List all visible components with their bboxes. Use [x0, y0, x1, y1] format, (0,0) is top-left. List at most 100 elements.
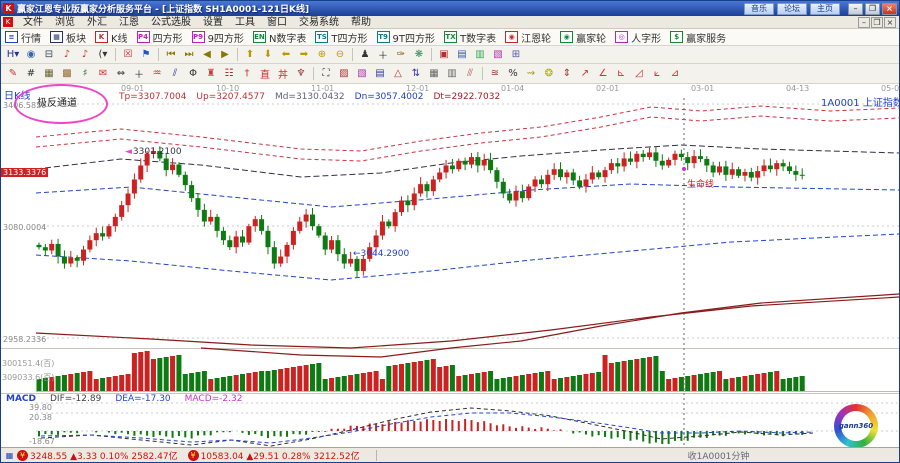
tool3-icon-23[interactable]: ⇅ — [408, 66, 424, 81]
tool3-icon-16[interactable]: ♆ — [293, 66, 309, 81]
tool2-icon-25[interactable]: ❋ — [411, 47, 427, 62]
tool2-icon-31[interactable]: ⊞ — [508, 47, 524, 62]
sz-market-icon[interactable]: ¥ — [188, 450, 199, 461]
tool2-icon-19[interactable]: ⊕ — [314, 47, 330, 62]
tool2-icon-2[interactable]: ⊟ — [41, 47, 57, 62]
tool2-icon-24[interactable]: ✑ — [393, 47, 409, 62]
tool2-icon-16[interactable]: ⬇ — [260, 47, 276, 62]
tool2-icon-29[interactable]: ▥ — [472, 47, 488, 62]
tool3-icon-21[interactable]: ▤ — [372, 66, 388, 81]
toolbar-item-10[interactable]: ◉赢家轮 — [560, 30, 606, 45]
toolbar-item-11[interactable]: ◎人字形 — [615, 30, 661, 45]
tool3-icon-31[interactable]: ❂ — [541, 66, 557, 81]
tool3-icon-22[interactable]: △ — [390, 66, 406, 81]
tool2-icon-4[interactable]: ♪ — [77, 47, 93, 62]
tool3-icon-33[interactable]: ↗ — [577, 66, 593, 81]
minimize-button[interactable]: – — [848, 3, 863, 15]
toolbar-item-4[interactable]: P99四方形 — [192, 30, 244, 45]
menu-item-0[interactable]: 文件 — [17, 16, 49, 29]
toolbar-item-7[interactable]: T99T四方形 — [377, 30, 435, 45]
child-close-button[interactable]: × — [884, 17, 896, 28]
titlebar-button-home[interactable]: 主页 — [810, 3, 840, 15]
tool3-icon-36[interactable]: ◿ — [631, 66, 647, 81]
toolbar-item-2[interactable]: KK线 — [95, 30, 128, 45]
menu-item-3[interactable]: 江恩 — [113, 16, 145, 29]
tool3-icon-1[interactable]: # — [23, 66, 39, 81]
tool2-icon-20[interactable]: ⊖ — [332, 47, 348, 62]
tool2-icon-28[interactable]: ▤ — [454, 47, 470, 62]
tool2-icon-27[interactable]: ▣ — [436, 47, 452, 62]
menu-item-7[interactable]: 窗口 — [261, 16, 293, 29]
menu-item-9[interactable]: 帮助 — [345, 16, 377, 29]
menu-item-8[interactable]: 交易系统 — [293, 16, 345, 29]
close-button[interactable]: × — [882, 3, 897, 15]
tool3-icon-10[interactable]: Φ — [185, 66, 201, 81]
tool3-icon-5[interactable]: ✉ — [95, 66, 111, 81]
tool3-icon-15[interactable]: 丼 — [275, 66, 291, 81]
toolbar-item-9[interactable]: ◉江恩轮 — [505, 30, 551, 45]
tool3-icon-35[interactable]: ⊾ — [613, 66, 629, 81]
tool2-icon-15[interactable]: ⬆ — [242, 47, 258, 62]
menu-item-4[interactable]: 公式选股 — [145, 16, 197, 29]
tool2-icon-1[interactable]: ◉ — [23, 47, 39, 62]
tool2-icon-18[interactable]: ➡ — [296, 47, 312, 62]
tool2-icon-3[interactable]: ♪ — [59, 47, 75, 62]
tool3-icon-2[interactable]: ▦ — [41, 66, 57, 81]
tool3-icon-19[interactable]: ▨ — [336, 66, 352, 81]
tool2-icon-10[interactable]: ⏮ — [163, 47, 179, 62]
tool3-icon-38[interactable]: ⊿ — [667, 66, 683, 81]
child-restore-button[interactable]: ❐ — [871, 17, 883, 28]
tool2-icon-11[interactable]: ⏭ — [181, 47, 197, 62]
toolbar-item-1[interactable]: ▦板块 — [50, 30, 86, 45]
tool2-icon-30[interactable]: ▧ — [490, 47, 506, 62]
toolbar-item-0[interactable]: ≡行情 — [5, 30, 41, 45]
tool2-icon-8[interactable]: ⚑ — [138, 47, 154, 62]
toolbar-item-5[interactable]: ENN数字表 — [253, 30, 306, 45]
tool2-icon-23[interactable]: ＋ — [375, 47, 391, 62]
tool3-icon-34[interactable]: ∠ — [595, 66, 611, 81]
tool3-icon-28[interactable]: ≊ — [487, 66, 503, 81]
tool3-icon-32[interactable]: ⇕ — [559, 66, 575, 81]
child-minimize-button[interactable]: – — [858, 17, 870, 28]
tool3-icon-26[interactable]: ⫻ — [462, 66, 478, 81]
tool3-icon-12[interactable]: ☷ — [221, 66, 237, 81]
maximize-button[interactable]: ❐ — [865, 3, 880, 15]
tool2-icon-13[interactable]: ▶ — [217, 47, 233, 62]
titlebar-button-music[interactable]: 音乐 — [744, 3, 774, 15]
tool3-icon-7[interactable]: ＋ — [131, 66, 147, 81]
toolbar-item-8[interactable]: TXT数字表 — [444, 30, 496, 45]
menu-item-2[interactable]: 外汇 — [81, 16, 113, 29]
tool3-icon-9[interactable]: ⫽ — [167, 66, 183, 81]
tool3-icon-25[interactable]: ▥ — [444, 66, 460, 81]
menu-item-1[interactable]: 浏览 — [49, 16, 81, 29]
titlebar-button-forum[interactable]: 论坛 — [777, 3, 807, 15]
menu-item-6[interactable]: 工具 — [229, 16, 261, 29]
toolbar-item-6[interactable]: TST四方形 — [315, 30, 367, 45]
tool2-icon-12[interactable]: ◀ — [199, 47, 215, 62]
tool3-icon-6[interactable]: ⇔ — [113, 66, 129, 81]
tool3-icon-0[interactable]: ✎ — [5, 66, 21, 81]
menu-item-5[interactable]: 设置 — [197, 16, 229, 29]
tool3-icon-13[interactable]: † — [239, 66, 255, 81]
tool3-icon-20[interactable]: ▧ — [354, 66, 370, 81]
tool2-icon-0[interactable]: H▾ — [5, 47, 21, 62]
tool3-icon-4[interactable]: ♯ — [77, 66, 93, 81]
tool3-icon-37[interactable]: ⟀ — [649, 66, 665, 81]
tool2-icon-22[interactable]: ♟ — [357, 47, 373, 62]
tool3-icon-30[interactable]: ⇝ — [523, 66, 539, 81]
tool3-icon-3[interactable]: ▩ — [59, 66, 75, 81]
tool2-icon-7[interactable]: ☒ — [120, 47, 136, 62]
tool3-icon-8[interactable]: ♒ — [149, 66, 165, 81]
tool3-icon-11[interactable]: ♜ — [203, 66, 219, 81]
toolbar-item-3[interactable]: P4四方形 — [137, 30, 183, 45]
tool3-icon-14[interactable]: 直 — [257, 66, 273, 81]
toolbar-item-12[interactable]: $赢家服务 — [670, 30, 726, 45]
tool3-icon-29[interactable]: % — [505, 66, 521, 81]
chart-area[interactable]: 日K线 极反通道 Tp=3307.7004Up=3207.4577Md=3130… — [1, 84, 900, 449]
sh-market-icon[interactable]: ¥ — [17, 450, 28, 461]
tool2-icon-5[interactable]: (▾ — [95, 47, 111, 62]
tool2-icon-17[interactable]: ⬅ — [278, 47, 294, 62]
market-grid-icon[interactable]: ▦ — [4, 450, 15, 461]
tool3-icon-24[interactable]: ▦ — [426, 66, 442, 81]
tool3-icon-18[interactable]: ⛶ — [318, 66, 334, 81]
